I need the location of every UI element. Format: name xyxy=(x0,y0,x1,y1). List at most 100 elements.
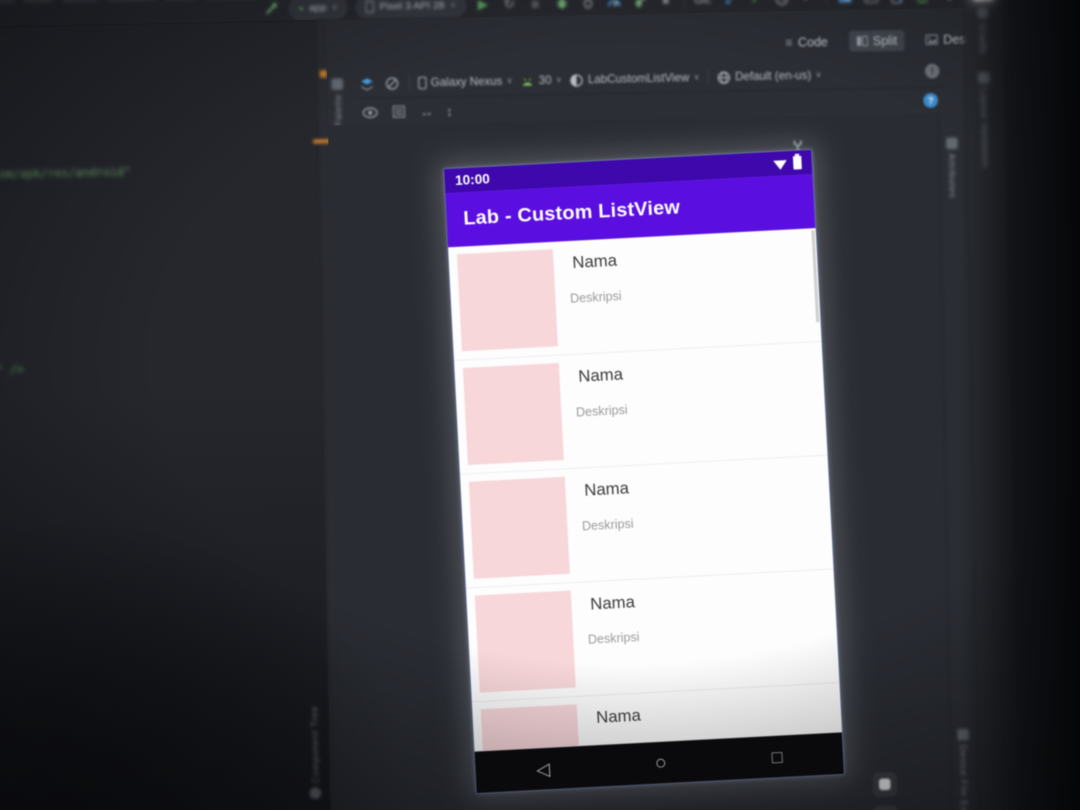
layout-validation-tool-tab[interactable]: Layout Validation xyxy=(978,72,991,168)
logcat-terminal-icon[interactable] xyxy=(862,0,879,6)
editor-mode-tabs: ≡ Code Split Design xyxy=(778,28,990,53)
git-rollback-button[interactable]: ↶ xyxy=(800,0,817,7)
git-history-icon[interactable] xyxy=(774,0,791,7)
attributes-tab-label: Attributes xyxy=(946,153,959,199)
component-tree-tool-tab[interactable]: Component Tree xyxy=(308,705,322,800)
git-commit-button[interactable]: ✓ xyxy=(747,0,764,8)
device-select-label: Pixel 3 API 28 xyxy=(379,0,445,13)
orientation-list-icon[interactable] xyxy=(390,103,407,120)
code-line[interactable]: iew" /> xyxy=(0,362,24,377)
item-subtitle: Deskripsi xyxy=(569,288,622,306)
status-time: 10:00 xyxy=(454,170,491,189)
list-item[interactable]: Nama Deskripsi xyxy=(454,341,828,475)
scrollbar-warning-mark[interactable] xyxy=(319,70,328,78)
theme-select[interactable]: LabCustomListView ∨ xyxy=(570,71,700,87)
wifi-icon xyxy=(773,159,787,170)
resize-vertical-icon[interactable]: ↕ xyxy=(446,103,453,119)
chevron-down-icon: ∨ xyxy=(506,76,513,86)
run-button[interactable]: ▶ xyxy=(475,0,492,13)
profiler-button[interactable] xyxy=(605,0,622,10)
build-hammer-icon[interactable] xyxy=(263,0,280,17)
split-icon xyxy=(856,35,868,47)
toolbar-separator xyxy=(707,69,710,86)
device-for-preview-label: Galaxy Nexus xyxy=(430,75,503,90)
device-file-explorer-tab-label: Device File Explorer xyxy=(958,744,971,810)
list-item[interactable]: Nama Deskripsi xyxy=(448,228,822,362)
chevron-down-icon: ∨ xyxy=(815,70,822,80)
tab-code[interactable]: ≡ Code xyxy=(778,31,836,53)
view-options-icon[interactable] xyxy=(361,104,378,121)
attributes-icon xyxy=(946,137,958,150)
api-version-select[interactable]: 30 ∨ xyxy=(521,74,562,87)
locale-select[interactable]: Default (en-us) ∨ xyxy=(717,69,822,85)
git-update-button[interactable]: ↙ xyxy=(721,0,738,8)
code-icon: ≡ xyxy=(785,35,793,50)
list-item[interactable]: Nama Deskripsi xyxy=(460,455,834,589)
item-title: Nama xyxy=(589,593,636,614)
item-image-placeholder xyxy=(474,590,576,693)
device-file-explorer-icon xyxy=(957,728,970,741)
theme-label: LabCustomListView xyxy=(587,71,690,87)
run-config-label: app xyxy=(308,1,327,14)
running-devices-icon[interactable] xyxy=(915,0,932,5)
project-structure-icon[interactable] xyxy=(836,0,853,6)
zoom-to-fit-button[interactable] xyxy=(871,770,899,798)
git-label: Git: xyxy=(694,0,713,7)
device-file-explorer-tool-tab[interactable]: Device File Explorer xyxy=(957,728,971,810)
sdk-manager-icon[interactable] xyxy=(941,0,958,4)
custom-listview[interactable]: Nama Deskripsi Nama Deskripsi Nama Deskr… xyxy=(448,228,842,752)
chevron-down-icon: ∨ xyxy=(331,2,338,12)
stop-button[interactable]: ■ xyxy=(657,0,674,9)
code-line[interactable]: sk.com/apk/res/android" xyxy=(0,165,131,182)
help-badge[interactable]: ? xyxy=(923,92,939,108)
item-title: Nama xyxy=(571,252,618,273)
design-config-toolbar: Galaxy Nexus ∨ 30 ∨ LabCustomListView ∨ … xyxy=(358,59,945,99)
item-image-placeholder xyxy=(468,476,570,579)
gradle-tab-label: Gradle xyxy=(977,22,989,55)
attach-debugger-button[interactable] xyxy=(579,0,596,11)
component-tree-icon xyxy=(309,787,322,800)
nav-home-button[interactable]: ○ xyxy=(654,751,667,774)
apply-code-changes-button[interactable]: ≡ xyxy=(527,0,544,12)
design-surface-icon[interactable] xyxy=(359,76,376,93)
device-select[interactable]: Pixel 3 API 28 ∨ xyxy=(356,0,466,18)
design-editor-pane: ≡ Code Split Design Galaxy Nexus ∨ 30 ∨ … xyxy=(308,7,1017,810)
gradle-tool-tab[interactable]: Gradle xyxy=(977,7,989,55)
phone-preview[interactable]: 10:00 Lab - Custom ListView Nama Deskrip… xyxy=(442,148,846,795)
nav-recents-button[interactable]: □ xyxy=(771,746,783,766)
component-tree-tab-label: Component Tree xyxy=(308,705,321,784)
item-title: Nama xyxy=(595,707,642,728)
phone-icon xyxy=(365,0,375,13)
apply-changes-button[interactable]: ↻ xyxy=(501,0,518,12)
resize-horizontal-icon[interactable]: ↔ xyxy=(420,103,434,119)
locale-label: Default (en-us) xyxy=(735,69,812,84)
tab-split[interactable]: Split xyxy=(848,29,905,52)
phone-icon xyxy=(418,76,427,90)
palette-tool-tab[interactable]: Palette xyxy=(331,78,343,127)
toolbar-separator xyxy=(408,74,411,92)
item-title: Nama xyxy=(583,479,630,500)
editor-vignette xyxy=(0,388,332,810)
list-item[interactable]: Nama Deskripsi xyxy=(466,569,840,703)
ide-notification-icon[interactable] xyxy=(972,0,995,2)
run-config-select[interactable]: ● app ∨ xyxy=(289,0,348,20)
canvas-zoom-controls: + − xyxy=(871,770,899,810)
item-subtitle: Deskripsi xyxy=(581,516,634,534)
design-canvas[interactable]: 10:00 Lab - Custom ListView Nama Deskrip… xyxy=(328,113,952,810)
item-title: Nama xyxy=(577,365,624,387)
debug-button[interactable] xyxy=(553,0,570,11)
design-view-toolbar: ↔ ↕ xyxy=(361,98,453,125)
code-editor-pane[interactable]: sk.com/apk/res/android" y" g" w" ew" iew… xyxy=(0,20,332,810)
attributes-tool-tab[interactable]: Attributes xyxy=(946,137,959,199)
zoom-in-button[interactable]: + xyxy=(872,804,899,810)
nav-back-button[interactable]: ◁ xyxy=(536,759,551,780)
design-icon xyxy=(925,34,939,46)
device-manager-icon[interactable] xyxy=(888,0,905,5)
viewing-mode-icon[interactable] xyxy=(384,75,401,92)
apply-changes-restart-button[interactable] xyxy=(631,0,648,10)
tab-code-label: Code xyxy=(797,34,829,50)
menu-text-blurred xyxy=(107,0,156,2)
api-version-label: 30 xyxy=(538,74,552,88)
device-for-preview-select[interactable]: Galaxy Nexus ∨ xyxy=(418,75,513,90)
run-config-status-icon: ● xyxy=(298,3,304,13)
